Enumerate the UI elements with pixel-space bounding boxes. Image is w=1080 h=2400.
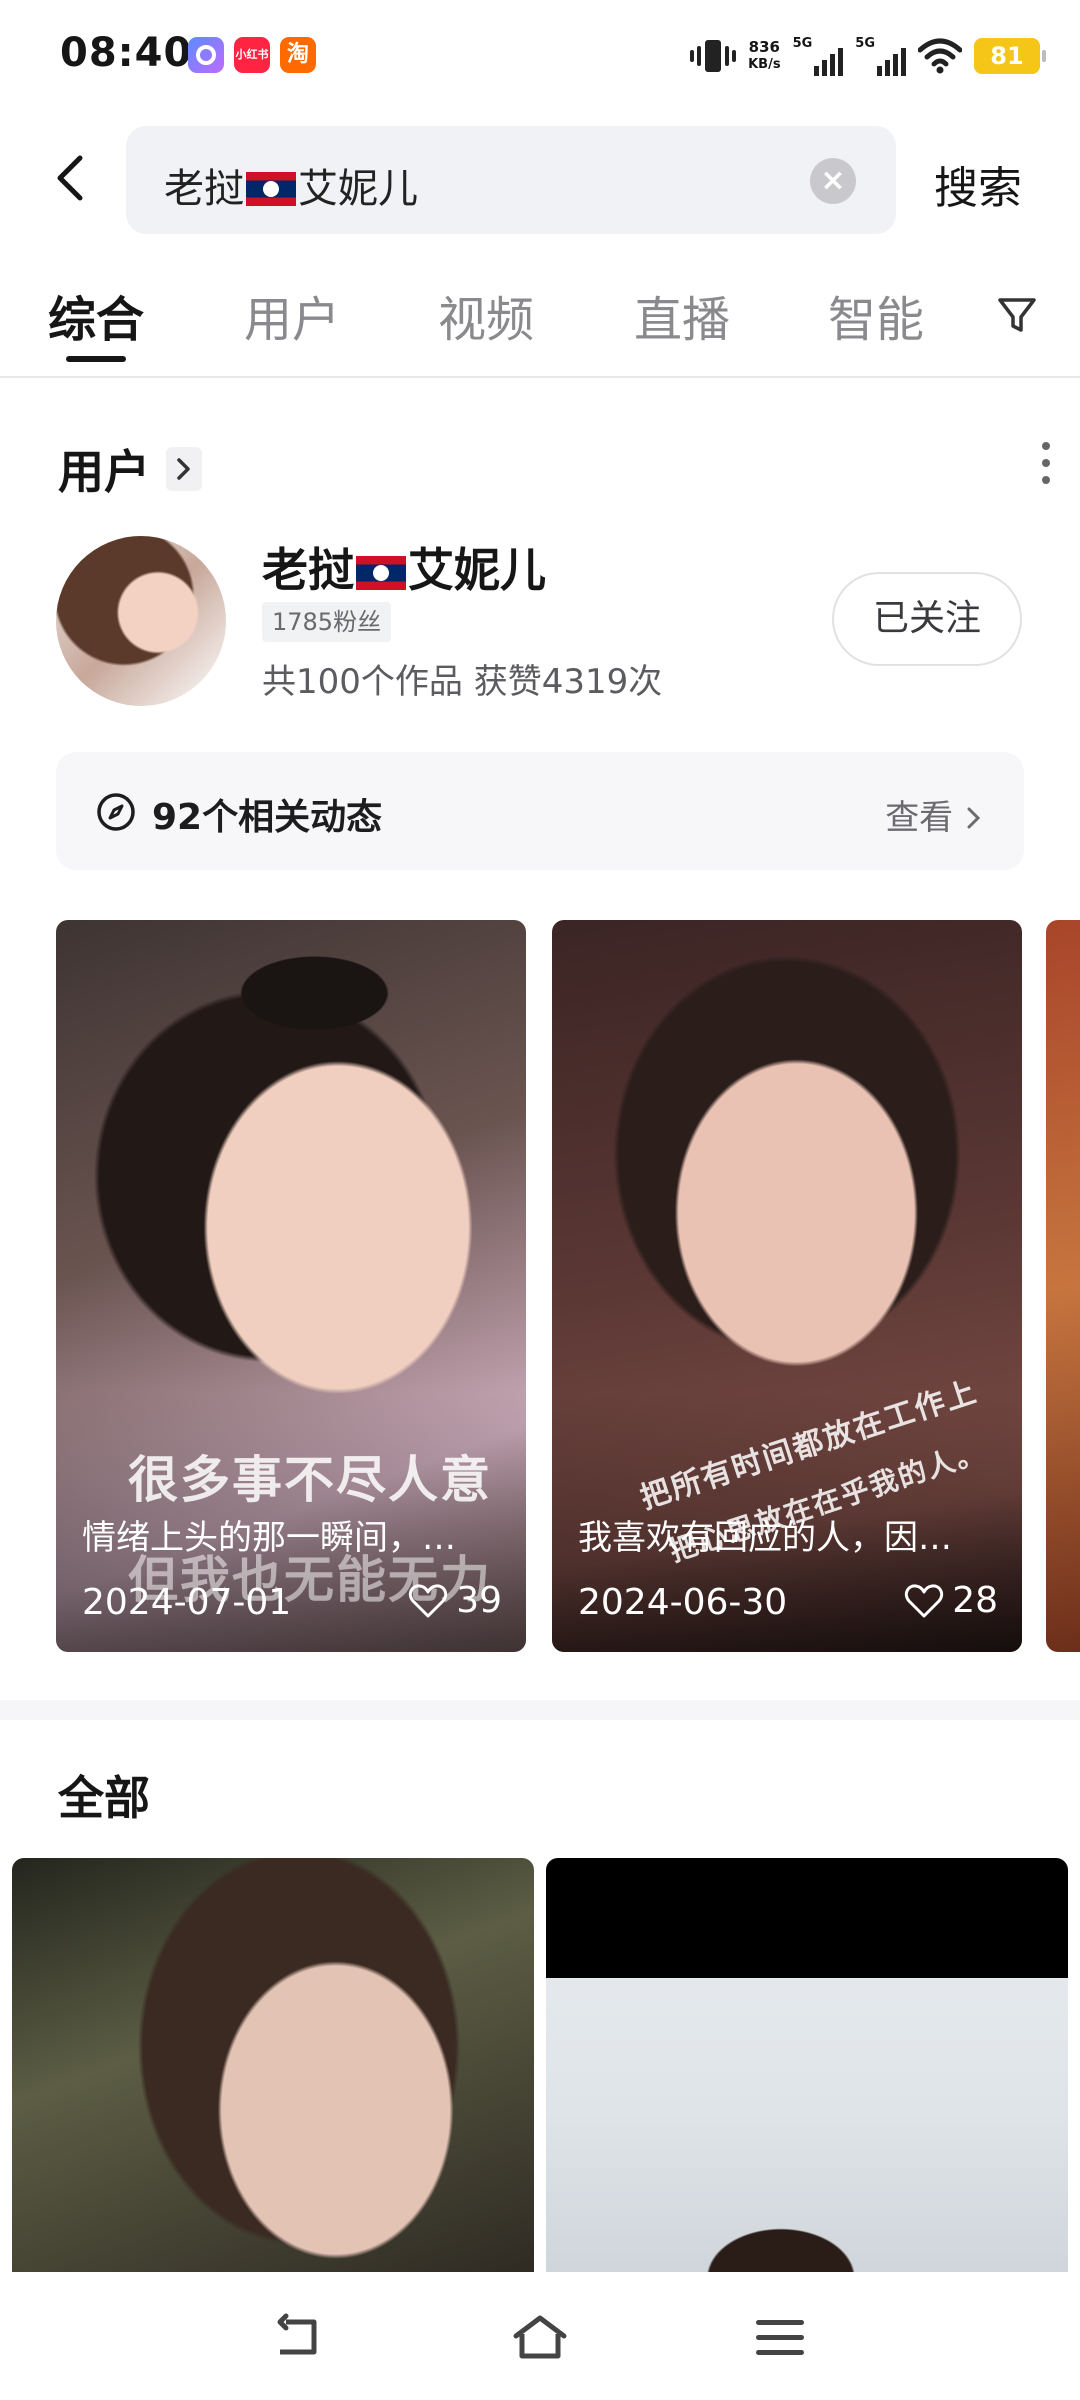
signal-5g-2: 5G <box>855 36 906 76</box>
clear-icon[interactable]: × <box>810 158 856 204</box>
video-title: 我喜欢有回应的人，因… <box>578 1518 952 1558</box>
signal-bars-icon <box>814 48 844 76</box>
menu-nav-icon[interactable] <box>752 2312 808 2364</box>
signal-5g-1: 5G <box>793 36 844 76</box>
view-link[interactable]: 查看 <box>885 790 984 839</box>
video-likes: 39 <box>408 1580 502 1621</box>
search-query[interactable]: 老挝 艾妮儿 <box>164 156 418 214</box>
active-tab-indicator <box>66 356 126 362</box>
user-name[interactable]: 老挝 艾妮儿 <box>262 534 546 600</box>
laos-flag-icon <box>356 556 406 590</box>
video-card[interactable]: 很多事不尽人意 但我也无能无力 情绪上头的那一瞬间，… 2024-07-01 3… <box>56 920 526 1652</box>
result-tabs: 综合 用户 视频 直播 智能 <box>0 260 1080 378</box>
laos-flag-icon <box>246 172 296 206</box>
video-overlay-text: 很多事不尽人意 <box>128 1451 492 1509</box>
video-card[interactable]: 把所有时间都放在工作上 把心思放在在乎我的人。 我喜欢有回应的人，因… 2024… <box>552 920 1022 1652</box>
video-card-partial[interactable] <box>1046 920 1080 1652</box>
video-date: 2024-06-30 <box>578 1582 788 1623</box>
search-header: 老挝 艾妮儿 × 搜索 <box>0 120 1080 240</box>
all-section-title: 全部 <box>58 1771 150 1825</box>
status-bar: 08:40 小红书 淘 836 KB/s 5G 5G 81 <box>0 0 1080 110</box>
result-card[interactable] <box>12 1858 534 2278</box>
filter-icon[interactable] <box>992 290 1042 340</box>
xiaohongshu-icon: 小红书 <box>234 37 270 73</box>
more-options-icon[interactable] <box>1036 442 1056 492</box>
follow-button[interactable]: 已关注 <box>832 572 1022 666</box>
video-date: 2024-07-01 <box>82 1582 292 1623</box>
back-nav-icon[interactable] <box>272 2312 328 2364</box>
signal-bars-icon <box>877 48 906 76</box>
tab-smart[interactable]: 智能 <box>828 280 924 350</box>
compass-icon <box>97 793 135 831</box>
video-likes: 28 <box>904 1580 998 1621</box>
battery-indicator: 81 <box>974 38 1046 74</box>
result-card[interactable] <box>546 1858 1068 2278</box>
chevron-right-icon <box>166 447 202 491</box>
tab-videos[interactable]: 视频 <box>438 280 534 350</box>
status-time: 08:40 <box>60 30 193 76</box>
notification-app-icon <box>188 37 224 73</box>
user-section-title[interactable]: 用户 <box>58 436 202 502</box>
system-nav-bar <box>0 2272 1080 2400</box>
user-avatar[interactable] <box>56 536 226 706</box>
back-arrow-icon[interactable] <box>44 150 100 206</box>
net-speed: 836 KB/s <box>748 38 781 73</box>
status-indicators: 836 KB/s 5G 5G 81 <box>690 30 1046 82</box>
heart-icon <box>409 1583 448 1617</box>
home-nav-icon[interactable] <box>512 2312 568 2364</box>
fans-badge: 1785粉丝 <box>262 602 392 642</box>
section-divider <box>0 1700 1080 1720</box>
tab-live[interactable]: 直播 <box>634 280 730 350</box>
video-title: 情绪上头的那一瞬间，… <box>82 1518 456 1558</box>
tab-users[interactable]: 用户 <box>244 280 340 350</box>
related-posts-row[interactable]: 92个相关动态 查看 <box>56 752 1024 870</box>
wifi-icon <box>918 38 962 74</box>
search-button[interactable]: 搜索 <box>934 152 1022 216</box>
chevron-right-icon <box>967 807 981 829</box>
user-stats: 共100个作品 获赞4319次 <box>262 662 663 702</box>
tab-comprehensive[interactable]: 综合 <box>48 280 144 350</box>
heart-icon <box>905 1583 944 1617</box>
vibrate-icon <box>690 40 737 72</box>
search-input[interactable]: 老挝 艾妮儿 × <box>126 126 896 234</box>
related-posts-count: 92个相关动态 <box>152 797 383 838</box>
taobao-icon: 淘 <box>280 37 316 73</box>
